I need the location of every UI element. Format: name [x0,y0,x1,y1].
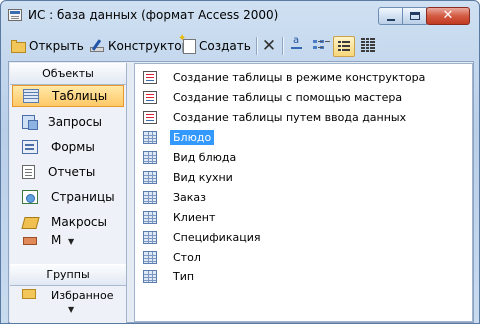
objects-group-header[interactable]: Объекты [10,63,126,85]
groups-header[interactable]: Группы [10,264,126,286]
macros-icon [22,215,38,229]
queries-icon [22,115,38,130]
large-icons-icon [288,35,306,55]
objects-item-label: Запросы [48,115,102,129]
list-item-label: Спецификация [173,230,261,244]
table-icon [143,130,157,144]
table-icon [143,210,157,224]
objects-item-macros[interactable]: Макросы [12,211,124,233]
toolbar-separator [256,37,257,55]
favorites-label: Избранное [51,289,114,302]
list-item-label: Стол [173,250,201,264]
objects-item-label: М [51,233,62,245]
toolbar: Открыть Конструктор Создать ✕ [9,33,472,58]
list-item-label: Заказ [173,190,207,204]
minimize-icon [387,19,395,21]
create-shortcut-icon [143,70,157,84]
title-bar[interactable]: ИС : база данных (формат Access 2000) ✕ [1,1,479,31]
create-shortcut-icon [143,110,157,124]
table-icon [143,230,157,244]
objects-item-tables[interactable]: Таблицы [12,85,124,107]
list-item[interactable]: Клиент [143,208,218,226]
toolbar-separator [282,37,283,55]
open-button-label: Открыть [29,39,84,53]
database-window-icon[interactable] [8,9,22,21]
objects-list: Создание таблицы в режиме конструктора С… [134,63,473,322]
new-object-icon [178,33,196,54]
open-button[interactable]: Открыть [11,34,84,58]
close-icon: ✕ [442,8,454,23]
list-item[interactable]: Вид блюда [143,148,239,166]
groups-item-favorites[interactable]: Избранное [12,289,124,303]
pages-icon [22,190,38,204]
details-view-icon[interactable] [361,38,375,52]
list-item[interactable]: Блюдо [143,128,215,146]
scroll-down-arrow[interactable]: ▼ [68,237,74,246]
large-icons-button[interactable] [288,34,306,58]
new-button-label: Создать [199,39,251,53]
objects-bar: Объекты Таблицы Запросы Формы Отчеты Стр… [10,63,127,323]
list-item-label: Создание таблицы в режиме конструктора [173,70,426,84]
favorites-folder-icon [22,289,36,299]
table-icon [143,269,157,283]
maximize-button[interactable] [402,7,427,25]
list-view-button[interactable] [333,36,355,57]
forms-icon [22,140,38,154]
objects-item-reports[interactable]: Отчеты [12,161,124,183]
table-icon [143,250,157,264]
list-item[interactable]: Вид кухни [143,168,236,186]
objects-item-label: Формы [51,140,95,154]
list-item[interactable]: Создание таблицы путем ввода данных [143,108,409,126]
objects-item-label: Страницы [51,190,115,204]
small-icons-icon [311,37,329,55]
list-item-label: Вид кухни [173,170,233,184]
objects-item-label: Таблицы [52,89,108,103]
design-button[interactable]: Конструктор [89,34,189,58]
window-title: ИС : база данных (формат Access 2000) [28,8,279,22]
delete-button[interactable]: ✕ [261,34,280,58]
list-item-label: Тип [173,269,195,283]
list-item[interactable]: Стол [143,248,204,266]
table-icon [143,150,157,164]
list-item-label: Клиент [173,210,216,224]
objects-item-pages[interactable]: Страницы [12,186,124,208]
objects-item-label: Макросы [51,215,107,229]
list-item-label: Блюдо [170,129,215,145]
maximize-icon [410,12,420,20]
groups-scroll-down-arrow[interactable]: ▼ [68,305,74,314]
create-shortcut-icon [143,90,157,104]
list-item-label: Создание таблицы с помощью мастера [173,90,403,104]
new-button[interactable]: Создать [178,33,251,58]
list-item-label: Создание таблицы путем ввода данных [173,110,407,124]
close-button[interactable]: ✕ [426,7,470,25]
list-item[interactable]: Создание таблицы в режиме конструктора [143,68,428,86]
table-icon [143,170,157,184]
list-item[interactable]: Заказ [143,188,209,206]
delete-icon: ✕ [261,36,277,56]
list-item[interactable]: Тип [143,267,197,285]
design-icon [89,38,105,54]
table-icon [143,190,157,204]
reports-icon [22,165,35,179]
database-window: ИС : база данных (формат Access 2000) ✕ … [0,0,480,324]
open-folder-icon [11,40,26,53]
objects-item-queries[interactable]: Запросы [12,111,124,133]
list-item[interactable]: Спецификация [143,228,263,246]
list-view-icon [338,41,350,52]
tables-icon [23,89,39,103]
list-item[interactable]: Создание таблицы с помощью мастера [143,88,405,106]
minimize-button[interactable] [378,7,403,25]
objects-item-forms[interactable]: Формы [12,136,124,158]
objects-item-label: Отчеты [48,165,96,179]
modules-icon [22,233,38,245]
small-icons-button[interactable] [311,34,329,58]
list-item-label: Вид блюда [173,150,237,164]
